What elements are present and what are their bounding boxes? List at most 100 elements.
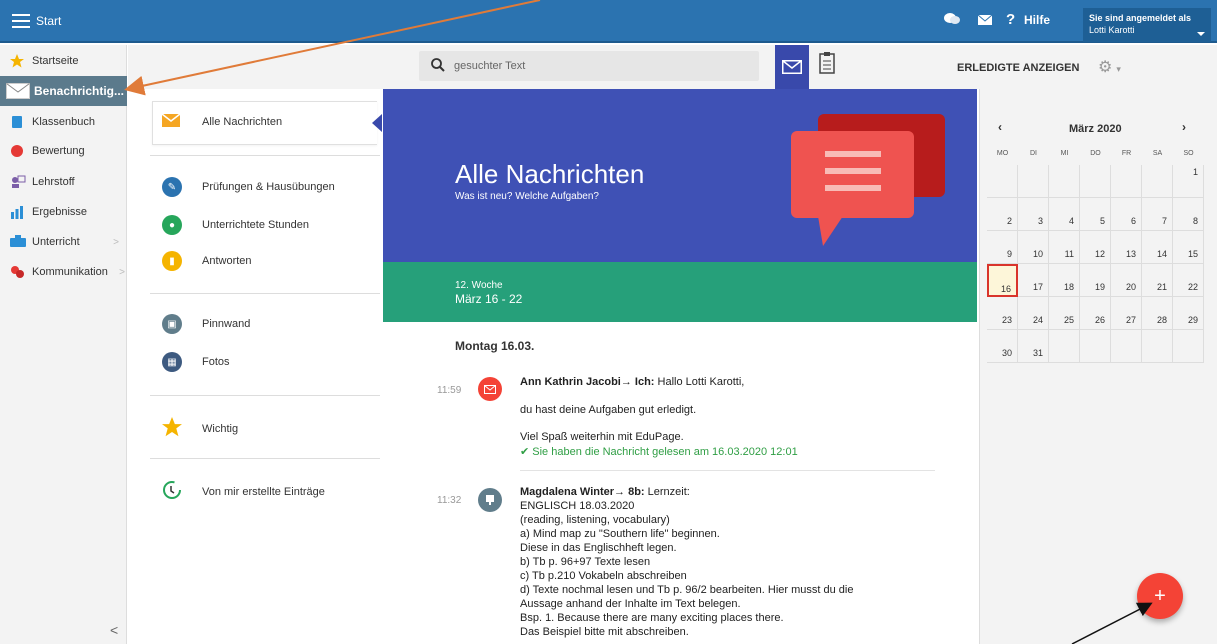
- calendar-day-5[interactable]: 5: [1080, 198, 1111, 231]
- calendar-next-button[interactable]: ›: [1182, 120, 1186, 134]
- filter-label: Wichtig: [202, 422, 239, 435]
- filter-item-pinnwand[interactable]: ▣ Pinnwand: [162, 314, 250, 334]
- sidebar-item-startseite[interactable]: Startseite: [0, 47, 127, 75]
- calendar-day-12[interactable]: 12: [1080, 231, 1111, 264]
- message-first-line: Lernzeit:: [647, 486, 690, 498]
- filter-label: Fotos: [202, 356, 230, 368]
- calendar-day-20[interactable]: 20: [1111, 264, 1142, 297]
- filter-label: Alle Nachrichten: [202, 116, 283, 128]
- selection-pointer: [372, 114, 382, 132]
- calendar-day-2[interactable]: 2: [987, 198, 1018, 231]
- message-line: a) Mind map zu "Southern life" beginnen.: [520, 528, 720, 540]
- calendar-empty-cell: [987, 165, 1018, 198]
- message-header[interactable]: Ann Kathrin Jacobi→ Ich: Hallo Lotti Kar…: [520, 376, 744, 388]
- filter-label: Antworten: [202, 255, 252, 267]
- calendar-day-19[interactable]: 19: [1080, 264, 1111, 297]
- filter-item-meine[interactable]: Von mir erstellte Einträge: [162, 480, 325, 503]
- envelope-icon: [782, 60, 802, 74]
- help-link[interactable]: Hilfe: [1024, 13, 1050, 27]
- sidebar-item-ergebnisse[interactable]: Ergebnisse: [0, 198, 127, 226]
- sidebar-item-label: Benachrichtig...: [34, 84, 125, 98]
- calendar-empty-cell: [1049, 165, 1080, 198]
- menu-icon[interactable]: [12, 14, 30, 28]
- filter-item-stunden[interactable]: ● Unterrichtete Stunden: [162, 215, 309, 235]
- sidebar-item-bewertung[interactable]: Bewertung: [0, 137, 127, 165]
- help-icon[interactable]: ?: [1006, 11, 1015, 28]
- calendar-empty-cell: [1111, 165, 1142, 198]
- sidebar-item-benachrichtigungen[interactable]: Benachrichtig...: [0, 76, 127, 106]
- search-placeholder: gesuchter Text: [454, 60, 526, 72]
- calendar-day-7[interactable]: 7: [1142, 198, 1173, 231]
- calendar-day-4[interactable]: 4: [1049, 198, 1080, 231]
- calendar-day-29[interactable]: 29: [1173, 297, 1204, 330]
- calendar-day-3[interactable]: 3: [1018, 198, 1049, 231]
- filter-item-pruefungen[interactable]: ✎ Prüfungen & Hausübungen: [162, 177, 335, 197]
- calendar-day-27[interactable]: 27: [1111, 297, 1142, 330]
- calendar-day-18[interactable]: 18: [1049, 264, 1080, 297]
- collapse-sidebar-icon[interactable]: <: [110, 622, 118, 638]
- calendar-day-10[interactable]: 10: [1018, 231, 1049, 264]
- calendar-day-24[interactable]: 24: [1018, 297, 1049, 330]
- history-icon: [162, 480, 182, 503]
- calendar-day-28[interactable]: 28: [1142, 297, 1173, 330]
- calendar-day-21[interactable]: 21: [1142, 264, 1173, 297]
- divider: [150, 155, 380, 156]
- messages-illustration-icon: [791, 114, 945, 246]
- calendar-day-6[interactable]: 6: [1111, 198, 1142, 231]
- chevron-down-icon: [1197, 32, 1205, 36]
- show-done-button[interactable]: ERLEDIGTE ANZEIGEN: [957, 62, 1079, 74]
- calendar-day-16[interactable]: 16: [987, 264, 1018, 297]
- calendar-day-22[interactable]: 22: [1173, 264, 1204, 297]
- app-title[interactable]: Start: [36, 14, 61, 28]
- calendar-day-26[interactable]: 26: [1080, 297, 1111, 330]
- weekday-label: DI: [1030, 150, 1037, 157]
- message-line: d) Texte nochmal lesen und Tb p. 96/2 be…: [520, 584, 854, 596]
- calendar-prev-button[interactable]: ‹: [998, 120, 1002, 134]
- calendar-day-25[interactable]: 25: [1049, 297, 1080, 330]
- calendar-day-8[interactable]: 8: [1173, 198, 1204, 231]
- message-header[interactable]: Magdalena Winter→ 8b: Lernzeit:: [520, 486, 690, 498]
- sidebar-item-label: Startseite: [32, 55, 79, 67]
- page-subtitle: Was ist neu? Welche Aufgaben?: [455, 191, 599, 202]
- user-name: Lotti Karotti: [1089, 25, 1135, 35]
- filter-item-wichtig[interactable]: Wichtig: [162, 417, 238, 440]
- calendar-day-1[interactable]: 1: [1173, 165, 1204, 198]
- calendar-day-11[interactable]: 11: [1049, 231, 1080, 264]
- gear-icon[interactable]: ⚙ ▾: [1098, 57, 1121, 77]
- clipboard-tab[interactable]: [817, 51, 841, 81]
- message-line: Das Beispiel bitte mit abschreiben.: [520, 626, 689, 638]
- search-input[interactable]: gesuchter Text: [419, 51, 759, 81]
- filter-item-antworten[interactable]: ▮ Antworten: [162, 251, 252, 271]
- calendar-day-31[interactable]: 31: [1018, 330, 1049, 363]
- star-icon: [10, 54, 24, 68]
- class-icon: [10, 235, 26, 249]
- calendar-day-17[interactable]: 17: [1018, 264, 1049, 297]
- book-icon: [10, 115, 24, 129]
- sidebar-item-klassenbuch[interactable]: Klassenbuch: [0, 108, 127, 136]
- calendar-day-13[interactable]: 13: [1111, 231, 1142, 264]
- calendar-empty-cell: [1080, 165, 1111, 198]
- pin-icon: ▣: [162, 314, 182, 334]
- filter-label: Pinnwand: [202, 318, 251, 330]
- sidebar-item-kommunikation[interactable]: Kommunikation >: [0, 258, 127, 286]
- user-menu[interactable]: Sie sind angemeldet als Lotti Karotti: [1083, 8, 1211, 42]
- add-button[interactable]: +: [1137, 573, 1183, 619]
- sidebar-item-unterricht[interactable]: Unterricht >: [0, 228, 127, 256]
- calendar-day-9[interactable]: 9: [987, 231, 1018, 264]
- calendar-month: März 2020: [1069, 123, 1122, 135]
- calendar-day-15[interactable]: 15: [1173, 231, 1204, 264]
- sidebar-item-lehrstoff[interactable]: Lehrstoff: [0, 168, 127, 196]
- chat-icon[interactable]: [944, 12, 960, 29]
- calendar-empty-cell: [1018, 165, 1049, 198]
- envelope-icon[interactable]: [977, 14, 993, 28]
- filter-item-fotos[interactable]: ▦ Fotos: [162, 352, 230, 372]
- calendar-day-23[interactable]: 23: [987, 297, 1018, 330]
- filter-label: Von mir erstellte Einträge: [202, 485, 325, 498]
- calendar-day-14[interactable]: 14: [1142, 231, 1173, 264]
- calendar-empty-cell: [1049, 330, 1080, 363]
- calendar-day-30[interactable]: 30: [987, 330, 1018, 363]
- messages-tab[interactable]: [775, 45, 809, 89]
- filter-item-alle[interactable]: Alle Nachrichten: [161, 113, 283, 130]
- divider: [150, 293, 380, 294]
- weekday-label: DO: [1090, 150, 1101, 157]
